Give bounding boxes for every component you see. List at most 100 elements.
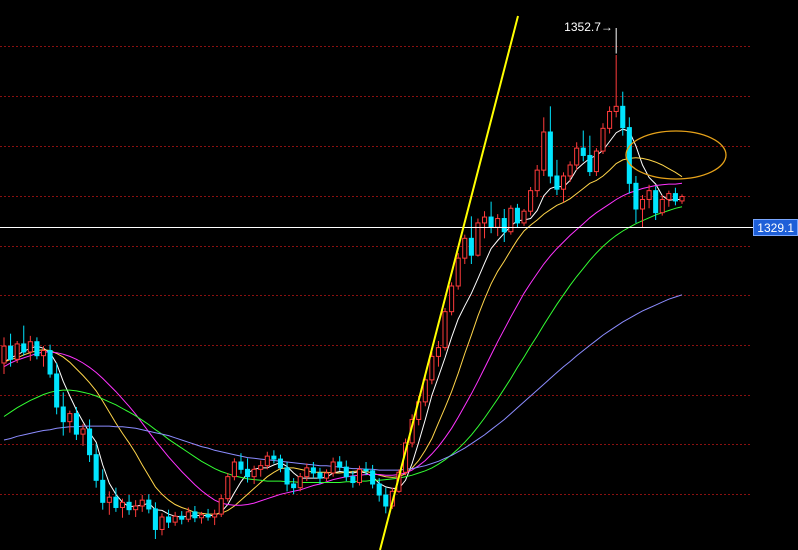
candle-body <box>613 105 619 112</box>
candle <box>593 148 599 176</box>
candle-body <box>297 476 303 489</box>
candle <box>60 392 66 436</box>
candle <box>205 508 211 521</box>
candle-body <box>593 150 599 173</box>
candle-body <box>495 218 501 228</box>
candle-body <box>343 466 349 478</box>
candle-body <box>119 501 126 508</box>
candle-body <box>607 110 613 129</box>
candle <box>679 194 685 204</box>
candle <box>166 509 172 528</box>
candle-body <box>370 470 376 485</box>
candle <box>133 500 139 517</box>
candle-body <box>27 341 33 353</box>
candle <box>521 209 527 226</box>
candle <box>317 467 323 484</box>
candle <box>370 464 376 489</box>
candle-body <box>356 468 362 484</box>
candlesticks <box>1 55 685 539</box>
candle-body <box>337 461 343 468</box>
candle-body <box>284 467 290 485</box>
candle-body <box>580 147 586 156</box>
candle <box>343 460 349 482</box>
candle-body <box>633 182 639 210</box>
candle-body <box>547 131 553 177</box>
candle-body <box>212 513 218 518</box>
candle <box>481 211 488 239</box>
candle <box>21 325 27 356</box>
candle-body <box>376 483 382 496</box>
moving-average-line <box>3 128 682 518</box>
candle <box>659 195 665 216</box>
candle <box>47 344 53 378</box>
candle-body <box>185 511 191 520</box>
candle <box>251 465 257 484</box>
candle <box>534 165 540 197</box>
candle-body <box>264 455 270 467</box>
moving-average-line <box>3 182 683 506</box>
candle-body <box>672 193 678 202</box>
candle <box>600 123 606 154</box>
candle-body <box>73 413 79 435</box>
candle-body <box>179 515 185 520</box>
candle <box>528 187 534 216</box>
candle <box>54 363 60 415</box>
candle <box>212 509 218 526</box>
candle-body <box>60 406 66 423</box>
candle <box>284 462 290 492</box>
candle <box>139 495 145 512</box>
candle <box>462 234 468 264</box>
candle-body <box>258 465 264 470</box>
candle-body <box>462 237 468 259</box>
candle-body <box>192 511 198 519</box>
candle <box>560 172 567 203</box>
moving-average-line <box>3 157 683 515</box>
candle <box>383 487 389 514</box>
candle <box>455 253 461 290</box>
moving-average-lines <box>3 128 683 518</box>
candle <box>337 456 343 471</box>
candle-body <box>666 193 672 200</box>
candle <box>80 423 86 446</box>
candle-body <box>14 343 20 360</box>
candle-body <box>93 454 99 481</box>
candle-body <box>310 467 316 474</box>
candle-body <box>172 515 178 523</box>
candle-body <box>639 198 646 210</box>
candle-body <box>67 413 73 423</box>
candle-body <box>488 216 494 228</box>
candle-body <box>429 355 435 381</box>
candle <box>488 201 494 234</box>
candle-body <box>146 499 152 510</box>
current-price-tag[interactable]: 1329.1 <box>753 218 798 236</box>
candle-body <box>442 311 448 349</box>
chart-window: 1352.7→ 1329.1 <box>0 0 798 550</box>
candle-body <box>152 508 158 530</box>
candle-body <box>528 190 534 212</box>
candle <box>633 176 639 223</box>
high-price-label: 1352.7→ <box>564 20 613 34</box>
candle-body <box>587 154 593 173</box>
candle-body <box>198 514 205 519</box>
candle-body <box>205 514 211 518</box>
candle <box>639 195 646 228</box>
candle <box>146 494 152 514</box>
candle <box>126 495 132 515</box>
candle-body <box>449 285 455 313</box>
candle-body <box>560 175 567 190</box>
candle-body <box>455 257 461 287</box>
candle <box>34 337 40 360</box>
candle <box>613 55 619 118</box>
candle-body <box>330 461 336 474</box>
candle <box>172 511 178 526</box>
candle-body <box>159 516 165 530</box>
candle-body <box>481 216 488 224</box>
candlestick-chart[interactable] <box>0 0 798 550</box>
candle-body <box>251 468 257 478</box>
candle-body <box>139 499 145 507</box>
candle-body <box>218 498 224 515</box>
candle <box>258 460 264 477</box>
candle <box>271 450 277 464</box>
candle-body <box>679 196 685 202</box>
candle <box>541 117 547 176</box>
